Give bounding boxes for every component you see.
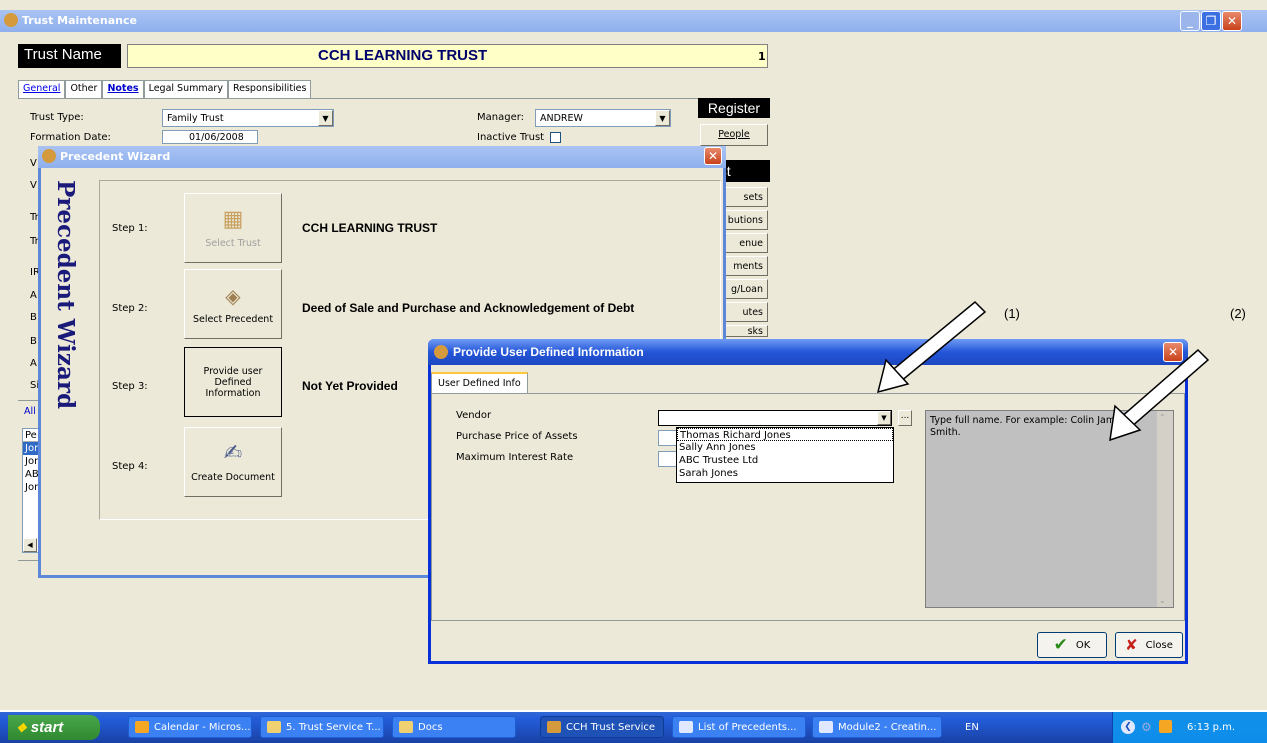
arrow-1 xyxy=(876,300,987,394)
taskbar-item-trust-service-folder[interactable]: 5. Trust Service T... xyxy=(260,716,384,738)
calendar-tray-icon[interactable] xyxy=(1159,720,1172,733)
taskbar-label: Calendar - Micros... xyxy=(154,721,251,733)
arrow-2 xyxy=(1109,348,1210,442)
start-button[interactable]: ❖ start xyxy=(8,715,100,740)
taskbar-item-cch-trust-service[interactable]: CCH Trust Service xyxy=(540,716,664,738)
taskbar-label: CCH Trust Service xyxy=(566,721,656,733)
annotation-1: (1) xyxy=(1004,306,1020,321)
folder-icon xyxy=(399,721,413,733)
taskbar-item-list-of-precedents[interactable]: List of Precedents... xyxy=(672,716,806,738)
taskbar-label: List of Precedents... xyxy=(698,721,797,733)
network-icon[interactable]: ⚙ xyxy=(1141,720,1152,734)
windows-logo-icon: ❖ xyxy=(16,720,27,735)
annotation-arrows xyxy=(876,300,1210,442)
start-label: start xyxy=(30,719,64,736)
word-icon xyxy=(679,721,693,733)
taskbar-label: 5. Trust Service T... xyxy=(286,721,381,733)
taskbar: ❖ start Calendar - Micros... 5. Trust Se… xyxy=(0,712,1267,743)
taskbar-label: Docs xyxy=(418,721,443,733)
language-indicator[interactable]: EN xyxy=(965,722,979,733)
system-tray: ❮ ⚙ 6:13 p.m. xyxy=(1112,712,1267,743)
clock: 6:13 p.m. xyxy=(1187,722,1236,733)
folder-icon xyxy=(267,721,281,733)
word-icon xyxy=(819,721,833,733)
back-arrow-icon[interactable]: ❮ xyxy=(1121,720,1135,734)
taskbar-label: Module2 - Creatin... xyxy=(838,721,937,733)
taskbar-item-module2[interactable]: Module2 - Creatin... xyxy=(812,716,942,738)
outlook-icon xyxy=(135,721,149,733)
annotation-2: (2) xyxy=(1230,306,1246,321)
cch-app-icon xyxy=(547,721,561,733)
taskbar-item-docs[interactable]: Docs xyxy=(392,716,516,738)
taskbar-item-calendar[interactable]: Calendar - Micros... xyxy=(128,716,252,738)
